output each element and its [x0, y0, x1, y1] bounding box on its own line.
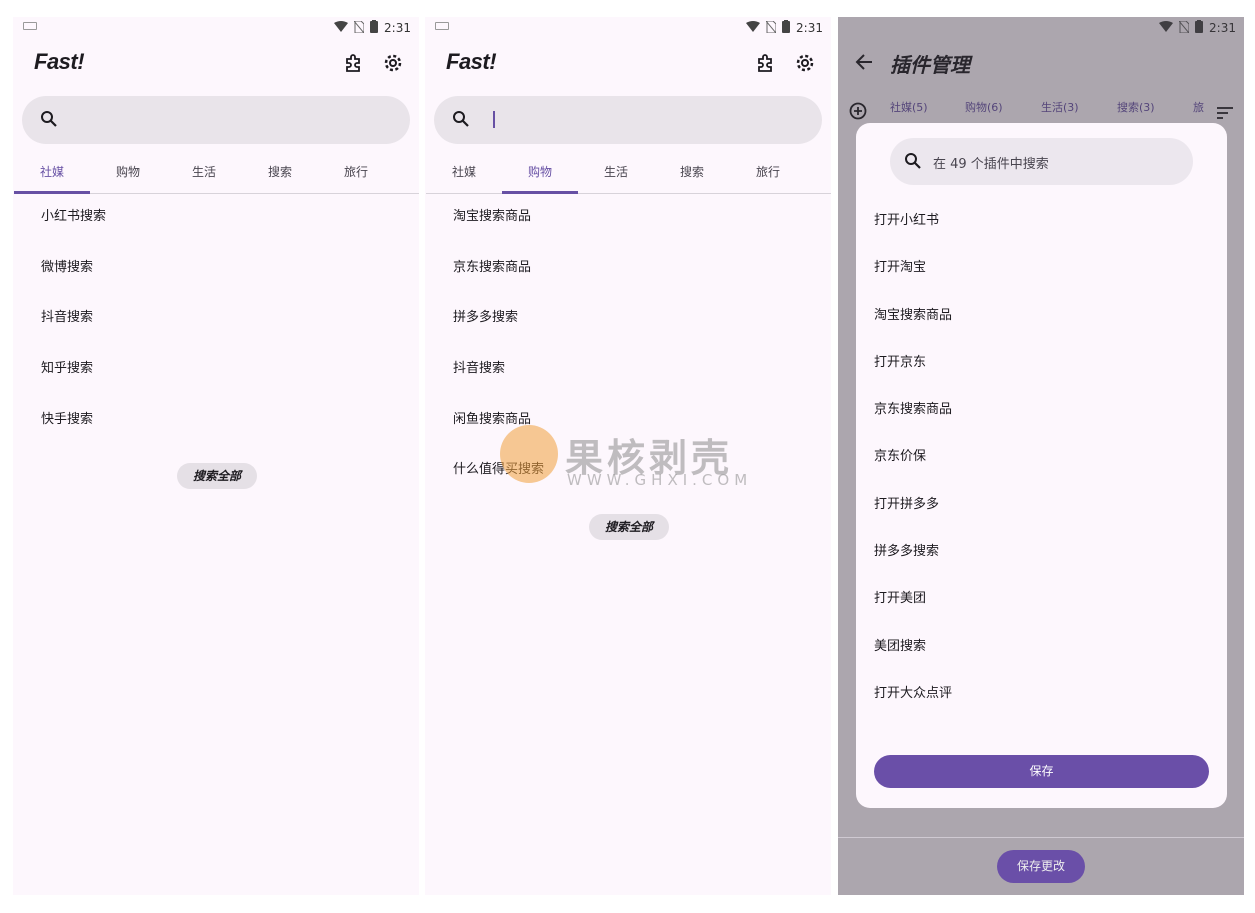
- list-item[interactable]: 微博搜索: [13, 244, 419, 295]
- keyboard-icon: [435, 22, 449, 30]
- list-item[interactable]: 打开小红书: [874, 198, 952, 245]
- plugin-list: 小红书搜索 微博搜索 抖音搜索 知乎搜索 快手搜索: [13, 193, 419, 446]
- list-item[interactable]: 京东搜索商品: [874, 387, 952, 434]
- save-changes-button[interactable]: 保存更改: [997, 850, 1085, 883]
- list-item[interactable]: 打开大众点评: [874, 671, 952, 718]
- list-item[interactable]: 拼多多搜索: [874, 529, 952, 576]
- list-item[interactable]: 抖音搜索: [13, 294, 419, 345]
- list-item[interactable]: 淘宝搜索商品: [874, 293, 952, 340]
- tab-social[interactable]: 社媒: [426, 157, 502, 193]
- tab-shopping[interactable]: 购物: [90, 157, 166, 193]
- status-bar: 2:31: [425, 17, 831, 39]
- clock: 2:31: [796, 21, 823, 35]
- clock: 2:31: [384, 21, 411, 35]
- plugin-list: 淘宝搜索商品 京东搜索商品 拼多多搜索 抖音搜索 闲鱼搜索商品 什么值得买搜索: [425, 193, 831, 497]
- screen-plugin-manager: 2:31 插件管理 社媒(5) 购物(6) 生活(3) 搜索(3) 旅 在 49…: [838, 17, 1244, 895]
- settings-icon[interactable]: [382, 52, 404, 74]
- search-input[interactable]: [434, 96, 822, 144]
- text-cursor: [493, 111, 495, 128]
- plugin-icon[interactable]: [754, 52, 776, 74]
- search-icon: [40, 110, 58, 132]
- screen-home-social: 2:31 Fast! 社媒 购物 生活 搜索 旅行 小红书搜索 微博搜索 抖音搜…: [13, 17, 419, 895]
- list-item[interactable]: 美团搜索: [874, 624, 952, 671]
- keyboard-icon: [23, 22, 37, 30]
- battery-icon: [370, 20, 379, 36]
- tab-search[interactable]: 搜索: [242, 157, 318, 193]
- list-item[interactable]: 淘宝搜索商品: [425, 193, 831, 244]
- wifi-icon: [334, 21, 349, 35]
- no-sim-icon: [765, 20, 777, 36]
- list-item[interactable]: 小红书搜索: [13, 193, 419, 244]
- tab-life[interactable]: 生活: [166, 157, 242, 193]
- list-item[interactable]: 打开拼多多: [874, 482, 952, 529]
- plugin-list: 打开小红书 打开淘宝 淘宝搜索商品 打开京东 京东搜索商品 京东价保 打开拼多多…: [874, 198, 952, 718]
- search-icon: [452, 110, 470, 132]
- battery-icon: [782, 20, 791, 36]
- list-item[interactable]: 闲鱼搜索商品: [425, 396, 831, 447]
- plugin-search-input[interactable]: 在 49 个插件中搜索: [890, 138, 1193, 185]
- tab-travel[interactable]: 旅行: [318, 157, 394, 193]
- app-title: Fast!: [446, 49, 497, 74]
- app-title: Fast!: [34, 49, 85, 74]
- search-placeholder: 在 49 个插件中搜索: [933, 157, 1049, 172]
- category-tabs: 社媒 购物 生活 搜索 旅行: [426, 157, 831, 194]
- search-all-button[interactable]: 搜索全部: [589, 514, 669, 540]
- list-item[interactable]: 拼多多搜索: [425, 294, 831, 345]
- list-item[interactable]: 知乎搜索: [13, 345, 419, 396]
- search-input[interactable]: [22, 96, 410, 144]
- tab-life[interactable]: 生活: [578, 157, 654, 193]
- category-tabs: 社媒 购物 生活 搜索 旅行: [14, 157, 419, 194]
- plugin-picker-dialog: 在 49 个插件中搜索 打开小红书 打开淘宝 淘宝搜索商品 打开京东 京东搜索商…: [856, 123, 1227, 808]
- tab-shopping[interactable]: 购物: [502, 157, 578, 194]
- save-button[interactable]: 保存: [874, 755, 1209, 788]
- status-bar: 2:31: [13, 17, 419, 39]
- tab-travel[interactable]: 旅行: [730, 157, 806, 193]
- list-item[interactable]: 打开京东: [874, 340, 952, 387]
- list-item[interactable]: 打开美团: [874, 576, 952, 623]
- list-item[interactable]: 抖音搜索: [425, 345, 831, 396]
- tab-search[interactable]: 搜索: [654, 157, 730, 193]
- settings-icon[interactable]: [794, 52, 816, 74]
- search-icon: [904, 152, 922, 174]
- screen-home-shopping: 2:31 Fast! 社媒 购物 生活 搜索 旅行 淘宝搜索商品 京东搜索商品 …: [425, 17, 831, 895]
- wifi-icon: [746, 21, 761, 35]
- plugin-icon[interactable]: [342, 52, 364, 74]
- list-item[interactable]: 快手搜索: [13, 396, 419, 447]
- search-all-button[interactable]: 搜索全部: [177, 463, 257, 489]
- tab-social[interactable]: 社媒: [14, 157, 90, 194]
- list-item[interactable]: 京东搜索商品: [425, 244, 831, 295]
- list-item[interactable]: 什么值得买搜索: [425, 446, 831, 497]
- list-item[interactable]: 打开淘宝: [874, 245, 952, 292]
- no-sim-icon: [353, 20, 365, 36]
- list-item[interactable]: 京东价保: [874, 434, 952, 481]
